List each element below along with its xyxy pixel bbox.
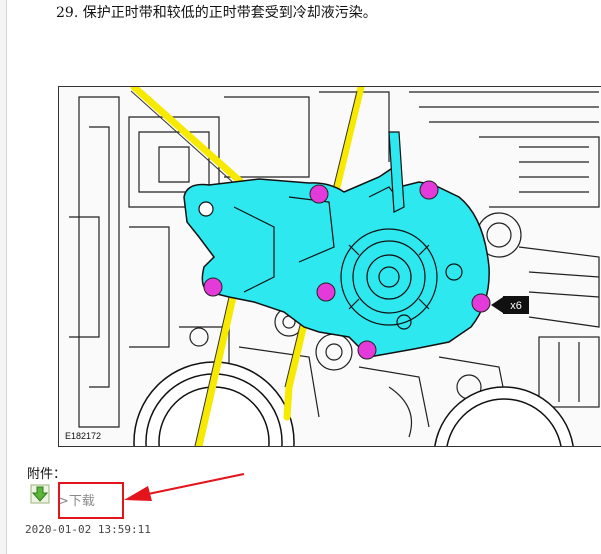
figure-code: E182172 (65, 431, 101, 441)
red-pointer-arrow (124, 473, 245, 501)
technical-illustration: x6 E182172 (58, 86, 601, 447)
attachment-label: 附件： (27, 467, 67, 482)
download-highlight-box (58, 482, 124, 519)
engine-diagram: x6 E182172 (59, 87, 601, 446)
callout-label: x6 (510, 300, 522, 312)
step-instruction: 29. 保护正时带和较低的正时带套受到冷却液污染。 (56, 2, 377, 22)
post-timestamp: 2020-01-02 13:59:11 (25, 523, 151, 536)
step-number: 29. (56, 5, 79, 21)
green-download-arrow-icon[interactable] (30, 484, 50, 504)
step-text: 保护正时带和较低的正时带套受到冷却液污染。 (82, 5, 377, 21)
